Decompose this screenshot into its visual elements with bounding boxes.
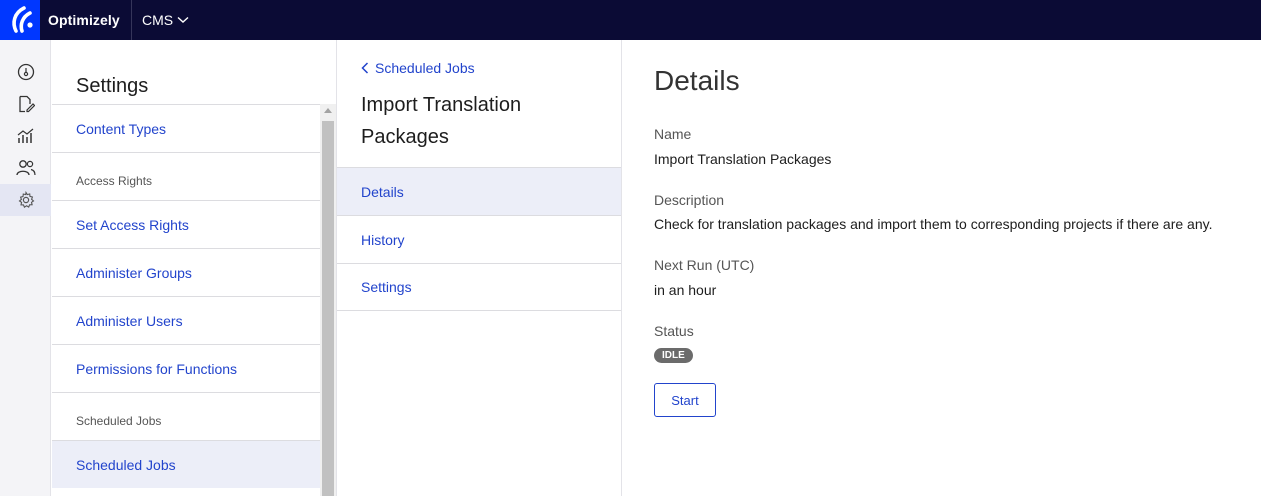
gear-icon — [18, 191, 34, 209]
scroll-up-arrow-icon[interactable] — [324, 108, 332, 113]
product-switcher[interactable]: CMS — [142, 12, 189, 28]
section-access-rights: Access Rights — [52, 152, 320, 200]
job-tabs: Details History Settings — [337, 167, 621, 311]
left-rail — [0, 40, 51, 496]
settings-item-administer-groups[interactable]: Administer Groups — [52, 248, 320, 296]
dashboard-icon — [17, 63, 34, 81]
details-heading: Details — [654, 65, 740, 96]
description-label: Description — [654, 192, 725, 208]
section-scheduled-jobs: Scheduled Jobs — [52, 392, 320, 440]
settings-list: Content Types Access Rights Set Access R… — [52, 104, 320, 488]
rail-dashboard[interactable] — [0, 56, 51, 88]
name-value: Import Translation Packages — [654, 151, 832, 167]
back-to-scheduled-jobs-link[interactable]: Scheduled Jobs — [361, 60, 475, 76]
rail-edit[interactable] — [0, 88, 51, 120]
top-bar: Optimizely CMS — [0, 0, 1261, 40]
edit-document-icon — [18, 95, 35, 113]
tab-settings[interactable]: Settings — [337, 263, 621, 311]
users-icon — [15, 160, 36, 176]
job-panel: Scheduled Jobs Import Translation Packag… — [337, 40, 622, 496]
chevron-down-icon — [177, 16, 189, 23]
rail-reports[interactable] — [0, 120, 51, 152]
chevron-left-icon — [361, 62, 369, 74]
job-title: Import Translation Packages — [361, 94, 522, 148]
settings-item-set-access-rights[interactable]: Set Access Rights — [52, 200, 320, 248]
settings-scrollbar[interactable] — [320, 104, 336, 496]
start-button[interactable]: Start — [654, 383, 716, 417]
settings-item-administer-users[interactable]: Administer Users — [52, 296, 320, 344]
next-run-value: in an hour — [654, 282, 717, 298]
settings-panel: Settings Content Types Access Rights Set… — [52, 40, 337, 496]
settings-item-content-types[interactable]: Content Types — [52, 104, 320, 152]
scroll-thumb[interactable] — [322, 121, 334, 496]
settings-item-scheduled-jobs[interactable]: Scheduled Jobs — [52, 440, 320, 488]
settings-item-permissions-for-functions[interactable]: Permissions for Functions — [52, 344, 320, 392]
rail-users[interactable] — [0, 152, 51, 184]
status-badge: IDLE — [654, 348, 693, 363]
description-value: Check for translation packages and impor… — [654, 216, 1213, 232]
name-label: Name — [654, 126, 692, 142]
next-run-label: Next Run (UTC) — [654, 257, 755, 273]
topbar-divider — [131, 0, 132, 40]
tab-history[interactable]: History — [337, 215, 621, 263]
brand-name: Optimizely — [48, 12, 120, 28]
back-link-label: Scheduled Jobs — [375, 60, 475, 76]
rail-settings[interactable] — [0, 184, 51, 216]
product-label: CMS — [142, 12, 174, 28]
settings-title: Settings — [76, 75, 149, 97]
status-label: Status — [654, 323, 694, 339]
tab-details[interactable]: Details — [337, 167, 621, 215]
optimizely-logo-icon[interactable] — [0, 0, 40, 40]
analytics-icon — [17, 128, 33, 143]
